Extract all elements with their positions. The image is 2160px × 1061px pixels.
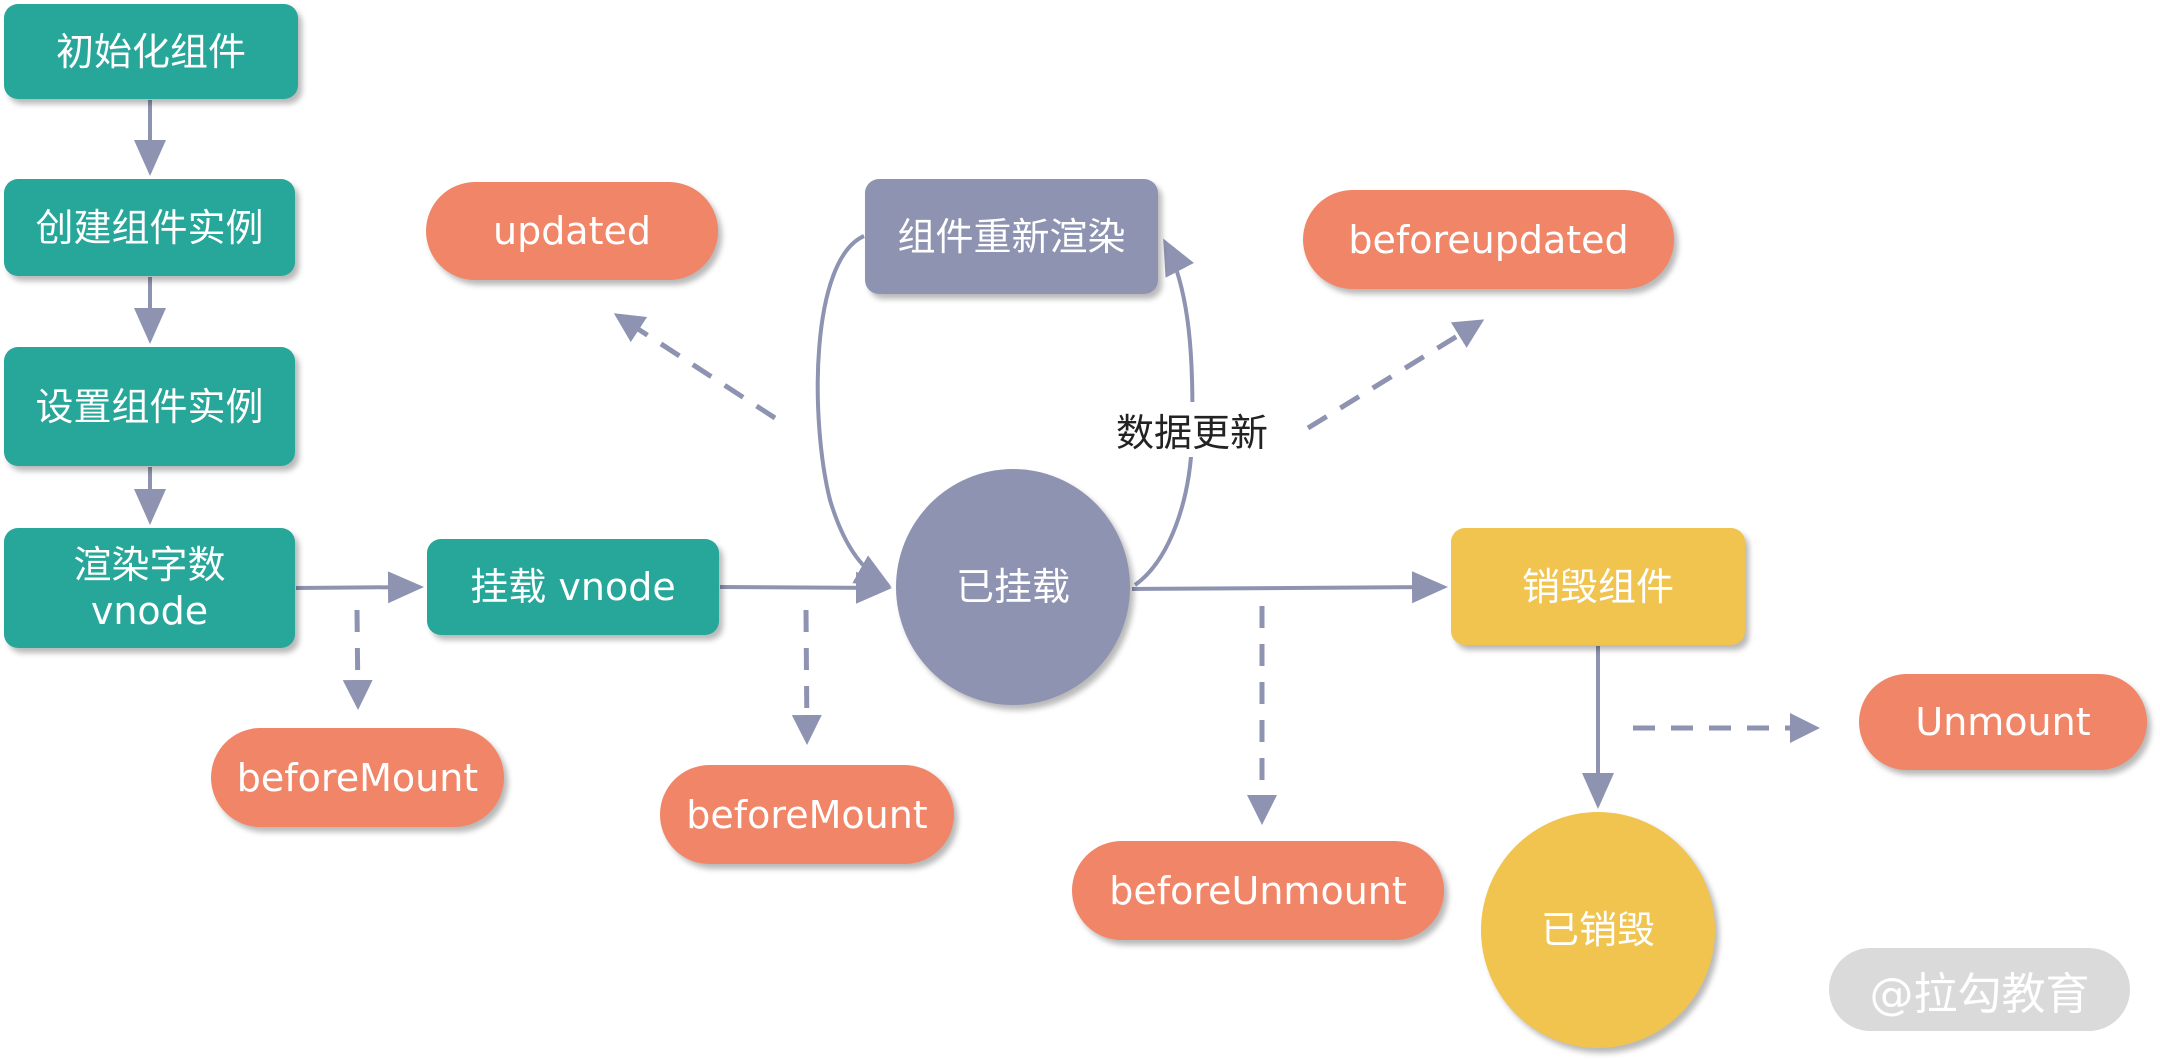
hook-beforemount-1-label: beforeMount	[236, 755, 479, 800]
setup-instance-node: 设置组件实例	[4, 347, 295, 466]
watermark: @拉勾教育	[1829, 948, 2130, 1031]
dashed-arrow-mount-beforemount	[791, 609, 822, 745]
hook-beforemount-2-label: beforeMount	[686, 792, 928, 837]
dashed-arrow-render-beforemount	[342, 609, 373, 710]
destroy-component-node: 销毁组件	[1451, 528, 1745, 645]
arrow-mounted-to-destroy	[1131, 571, 1448, 604]
hook-updated: updated	[426, 182, 718, 280]
render-vnode-node: 渲染字数 vnode	[4, 528, 295, 648]
hook-beforemount-2: beforeMount	[660, 765, 954, 864]
dashed-arrow-to-beforeupdated	[1306, 319, 1485, 431]
hook-beforeupdated-label: beforeupdated	[1348, 217, 1629, 262]
hook-unmount: Unmount	[1859, 674, 2147, 770]
rerender-node: 组件重新渲染	[865, 179, 1158, 294]
hook-beforeupdated: beforeupdated	[1303, 190, 1674, 289]
create-instance-label: 创建组件实例	[35, 205, 264, 250]
create-instance-node: 创建组件实例	[4, 179, 295, 276]
dashed-arrow-to-updated	[613, 313, 777, 421]
render-vnode-label-line2: vnode	[90, 589, 209, 633]
arrow-render-to-mount	[295, 571, 424, 604]
destroyed-state-label: 已销毁	[1540, 908, 1655, 952]
hook-beforeunmount-label: beforeUnmount	[1109, 868, 1407, 913]
hook-updated-label: updated	[492, 209, 651, 253]
render-vnode-label-line1: 渲染字数	[73, 543, 226, 587]
rerender-label: 组件重新渲染	[897, 214, 1126, 259]
destroy-component-label: 销毁组件	[1521, 564, 1674, 609]
data-update-label: 数据更新	[1112, 402, 1273, 457]
mounted-state-node: 已挂载	[896, 469, 1130, 705]
arrow-mount-to-mounted	[719, 571, 892, 604]
mount-vnode-node: 挂载 vnode	[427, 539, 719, 635]
init-component-label: 初始化组件	[55, 29, 246, 74]
mounted-state-label: 已挂载	[955, 565, 1070, 609]
destroyed-state-node: 已销毁	[1481, 812, 1715, 1048]
setup-instance-label: 设置组件实例	[35, 384, 264, 429]
hook-beforeunmount: beforeUnmount	[1072, 841, 1444, 940]
init-component-node: 初始化组件	[4, 4, 298, 99]
hook-unmount-label: Unmount	[1915, 700, 2091, 744]
hook-beforemount-1: beforeMount	[211, 728, 504, 827]
mount-vnode-label: 挂载 vnode	[470, 565, 676, 609]
